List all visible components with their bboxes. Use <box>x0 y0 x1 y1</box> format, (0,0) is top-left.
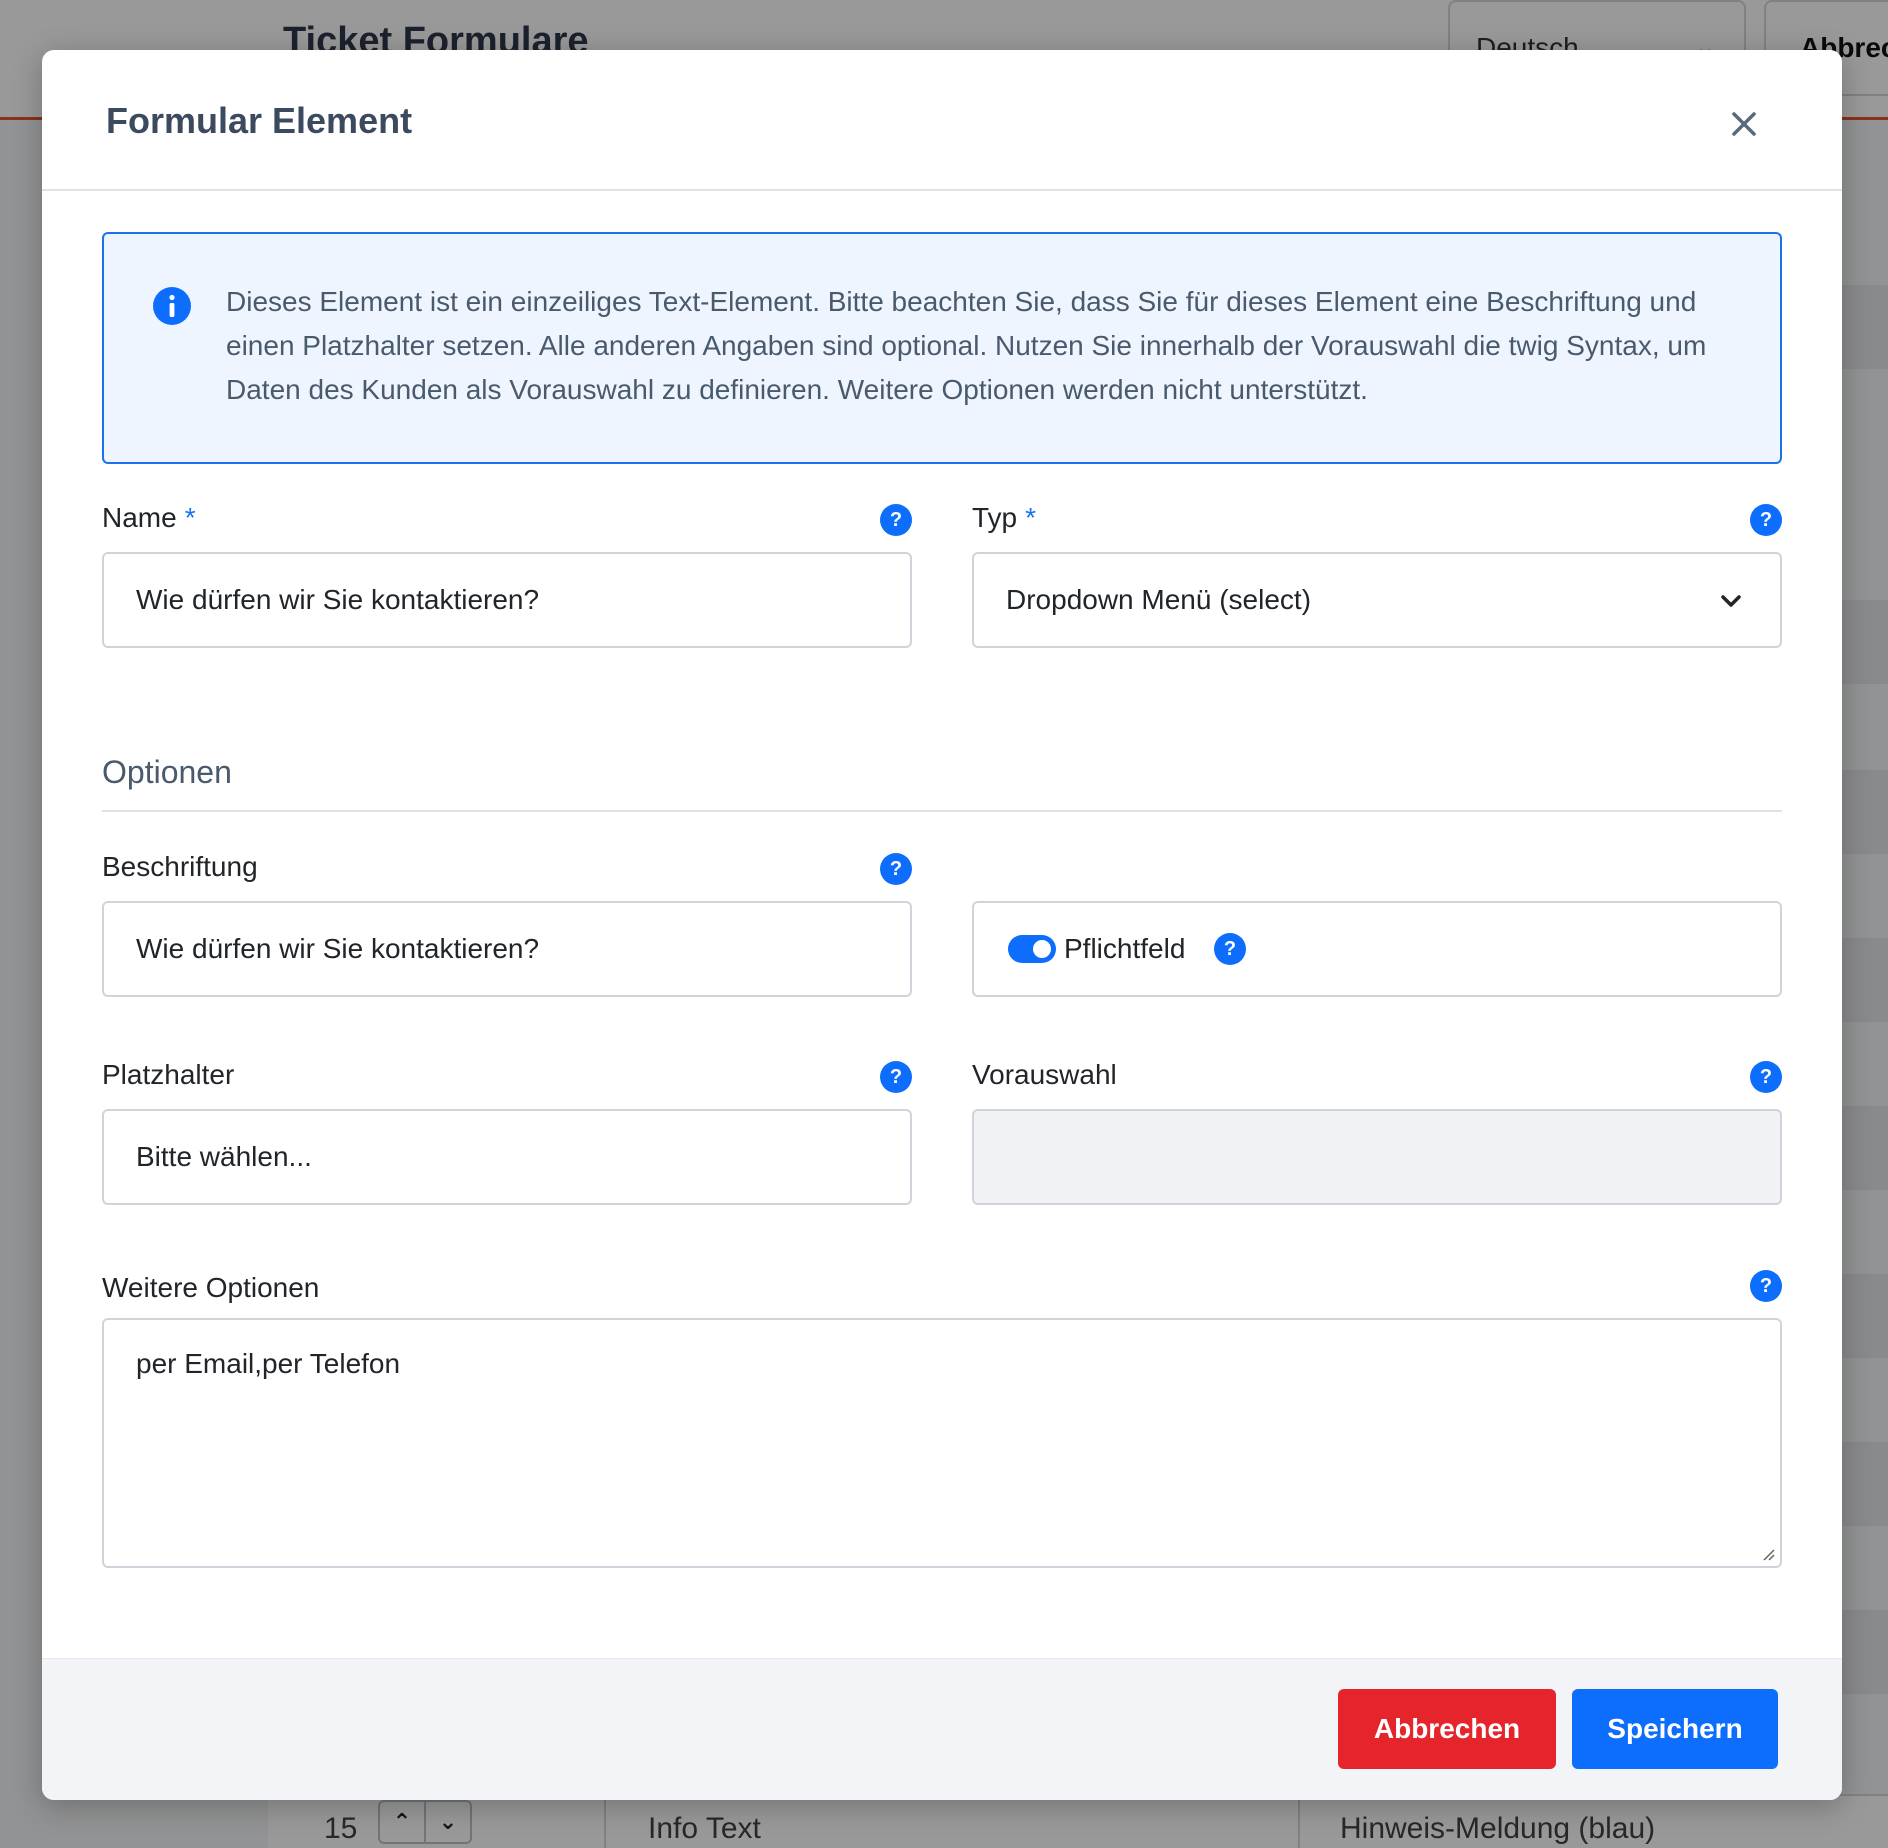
modal-title: Formular Element <box>106 100 413 141</box>
type-label: Typ * <box>972 502 1036 534</box>
cancel-button[interactable]: Abbrechen <box>1338 1689 1556 1769</box>
section-divider <box>102 810 1782 812</box>
type-select-value: Dropdown Menü (select) <box>1006 584 1312 615</box>
required-marker: * <box>184 502 196 533</box>
required-toggle-label: Pflichtfeld <box>1064 933 1186 964</box>
modal-footer: Abbrechen Speichern <box>42 1658 1842 1800</box>
required-help-icon[interactable]: ? <box>1214 933 1246 965</box>
placeholder-input[interactable]: Bitte wählen... <box>102 1109 912 1205</box>
required-marker: * <box>1025 502 1037 533</box>
close-icon[interactable] <box>1722 102 1766 146</box>
preselection-help-icon[interactable]: ? <box>1750 1061 1782 1093</box>
type-help-icon[interactable]: ? <box>1750 504 1782 536</box>
caption-help-icon[interactable]: ? <box>880 853 912 885</box>
chevron-down-icon <box>1721 595 1741 607</box>
caption-label: Beschriftung <box>102 851 258 882</box>
options-section-title: Optionen <box>102 754 232 790</box>
save-button[interactable]: Speichern <box>1572 1689 1778 1769</box>
more-options-value: per Email,per Telefon <box>136 1348 401 1379</box>
placeholder-label: Platzhalter <box>102 1059 235 1090</box>
caption-input[interactable]: Wie dürfen wir Sie kontaktieren? <box>102 901 912 997</box>
resize-grip-icon[interactable] <box>1760 1546 1776 1562</box>
info-alert: Dieses Element ist ein einzeiliges Text-… <box>102 232 1782 464</box>
name-label-text: Name <box>102 502 177 533</box>
form-element-modal: Formular Element Dieses Element ist ein … <box>42 50 1842 1800</box>
more-options-help-icon[interactable]: ? <box>1750 1270 1782 1302</box>
type-select[interactable]: Dropdown Menü (select) <box>972 552 1782 648</box>
modal-header: Formular Element <box>42 50 1842 191</box>
preselection-label: Vorauswahl <box>972 1059 1117 1090</box>
name-help-icon[interactable]: ? <box>880 504 912 536</box>
required-toggle-container: Pflichtfeld ? <box>972 901 1782 997</box>
placeholder-help-icon[interactable]: ? <box>880 1061 912 1093</box>
type-label-text: Typ <box>972 502 1018 533</box>
name-input[interactable]: Wie dürfen wir Sie kontaktieren? <box>102 552 912 648</box>
info-text: Dieses Element ist ein einzeiliges Text-… <box>226 286 1707 405</box>
more-options-textarea[interactable]: per Email,per Telefon <box>102 1318 1782 1568</box>
toggle-knob <box>1033 940 1051 958</box>
more-options-label: Weitere Optionen <box>102 1272 320 1303</box>
name-label: Name * <box>102 502 196 534</box>
required-toggle[interactable] <box>1008 935 1056 963</box>
preselection-input[interactable] <box>972 1109 1782 1205</box>
info-icon <box>152 286 192 326</box>
